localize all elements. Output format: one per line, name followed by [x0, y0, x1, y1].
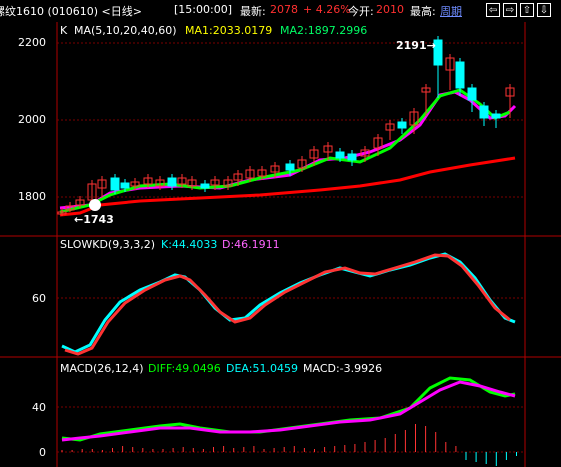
macd-dea-line — [61, 380, 516, 442]
candle-body — [347, 153, 357, 161]
macd-y-tick-40: 40 — [32, 401, 46, 414]
candle-body — [120, 182, 130, 189]
candle-body — [200, 183, 210, 189]
candle-body — [479, 105, 489, 119]
candle-body — [167, 177, 177, 187]
macd-macd-value: MACD:-3.9926 — [303, 362, 383, 375]
kd-k-line — [61, 252, 516, 354]
chart-canvas — [0, 22, 561, 467]
kline-chart-window[interactable]: 螺纹1610 (010610) <日线> [15:00:00] 最新: 2078… — [0, 0, 561, 467]
candle-body — [110, 177, 120, 191]
candle-body — [455, 61, 465, 89]
kd-k-value: K:44.4033 — [161, 238, 218, 251]
kd-indicator-label: SLOWKD(9,3,3,2) — [60, 238, 156, 251]
peak-annotation: 2191→ — [396, 39, 436, 52]
candle-body — [285, 163, 295, 171]
low-annotation: ←1743 — [74, 213, 114, 226]
macd-y-tick-0: 0 — [39, 446, 46, 459]
smiley-icon — [89, 199, 101, 211]
y-tick-1800: 1800 — [18, 190, 46, 203]
kd-y-tick-60: 60 — [32, 292, 46, 305]
main-ma2-value: MA2:1897.2996 — [280, 24, 368, 37]
y-tick-2200: 2200 — [18, 36, 46, 49]
candle-body — [335, 151, 345, 159]
main-k-label: K — [60, 24, 68, 37]
y-tick-2000: 2000 — [18, 113, 46, 126]
kd-d-value: D:46.1911 — [222, 238, 280, 251]
main-ma1-value: MA1:2033.0179 — [185, 24, 273, 37]
macd-diff-value: DIFF:49.0496 — [148, 362, 221, 375]
main-ma-label: MA(5,10,20,40,60) — [74, 24, 177, 37]
candle-body — [491, 113, 501, 119]
macd-indicator-label: MACD(26,12,4) — [60, 362, 144, 375]
candle-body — [397, 121, 407, 129]
kd-d-line — [64, 253, 511, 356]
macd-dea-value: DEA:51.0459 — [226, 362, 298, 375]
candle-body — [467, 87, 477, 101]
